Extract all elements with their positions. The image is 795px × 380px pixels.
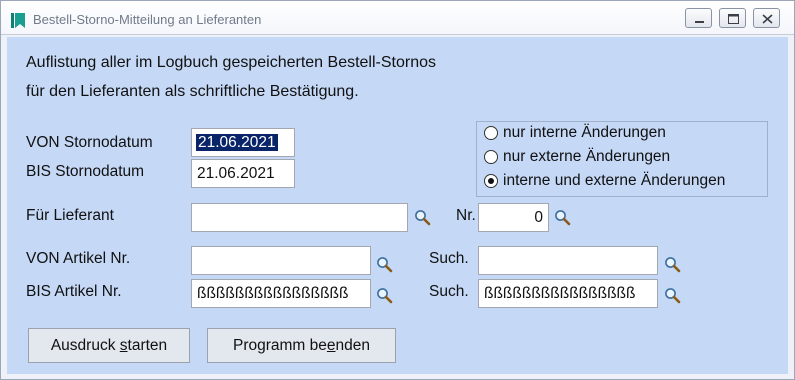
minimize-button[interactable] [685, 8, 712, 28]
article-to-search-label: Such. [429, 283, 469, 300]
close-button[interactable] [753, 8, 780, 28]
radio-dot [488, 178, 494, 184]
change-filter-group: nur interne Änderungen nur externe Änder… [476, 121, 768, 197]
button-label: tarten [127, 337, 168, 354]
article-from-label: VON Artikel Nr. [26, 250, 131, 267]
close-icon [762, 14, 773, 24]
window-title: Bestell-Storno-Mitteilung an Lieferanten [33, 12, 262, 27]
title-bar[interactable]: Bestell-Storno-Mitteilung an Lieferanten [1, 1, 794, 35]
intro-line-2: für den Lieferanten als schriftliche Bes… [26, 83, 359, 100]
supplier-number-label: Nr. [456, 207, 476, 224]
button-mnemonic: e [326, 337, 336, 354]
dialog-body: Auflistung aller im Logbuch gespeicherte… [7, 37, 788, 374]
start-print-button[interactable]: Ausdruck starten [28, 328, 190, 363]
intro-line-1: Auflistung aller im Logbuch gespeicherte… [26, 54, 437, 71]
radio-circle [484, 150, 498, 164]
date-from-input[interactable]: 21.06.2021 [191, 128, 295, 157]
search-icon[interactable] [664, 256, 681, 273]
radio-label: nur interne Änderungen [503, 124, 666, 141]
date-from-label: VON Stornodatum [26, 134, 153, 151]
button-label: Programm be [232, 337, 327, 354]
article-from-input[interactable] [191, 246, 371, 275]
supplier-label: Für Lieferant [26, 207, 114, 224]
search-icon[interactable] [376, 256, 393, 273]
date-to-value: 21.06.2021 [197, 165, 275, 182]
article-from-search-input[interactable] [478, 246, 658, 275]
date-to-input[interactable]: 21.06.2021 [191, 159, 295, 188]
article-to-label: BIS Artikel Nr. [26, 283, 122, 300]
button-label: Ausdruck [50, 337, 120, 354]
button-mnemonic: s [119, 337, 128, 354]
search-icon[interactable] [376, 287, 393, 304]
supplier-number-value: 0 [534, 209, 543, 226]
date-to-label: BIS Stornodatum [26, 163, 145, 180]
article-to-value: ßßßßßßßßßßßßßßßß [197, 285, 349, 302]
exit-program-button[interactable]: Programm beenden [207, 328, 396, 363]
maximize-icon [728, 14, 739, 24]
search-icon[interactable] [414, 209, 431, 226]
button-label: nden [335, 337, 370, 354]
radio-label: interne und externe Änderungen [503, 172, 726, 189]
supplier-number-input[interactable]: 0 [478, 203, 549, 232]
bookmark-icon [11, 13, 25, 28]
article-to-search-value: ßßßßßßßßßßßßßßßß [484, 285, 636, 302]
search-icon[interactable] [554, 209, 571, 226]
radio-circle-checked [484, 174, 498, 188]
article-to-input[interactable]: ßßßßßßßßßßßßßßßß [191, 279, 371, 308]
article-to-search-input[interactable]: ßßßßßßßßßßßßßßßß [478, 279, 658, 308]
minimize-icon [695, 21, 704, 23]
radio-label: nur externe Änderungen [503, 148, 671, 165]
dialog-window: Bestell-Storno-Mitteilung an Lieferanten… [0, 0, 795, 380]
search-icon[interactable] [664, 287, 681, 304]
radio-circle [484, 126, 498, 140]
article-from-search-label: Such. [429, 250, 469, 267]
date-from-value: 21.06.2021 [196, 134, 278, 151]
maximize-button[interactable] [719, 8, 746, 28]
supplier-input[interactable] [191, 203, 408, 232]
